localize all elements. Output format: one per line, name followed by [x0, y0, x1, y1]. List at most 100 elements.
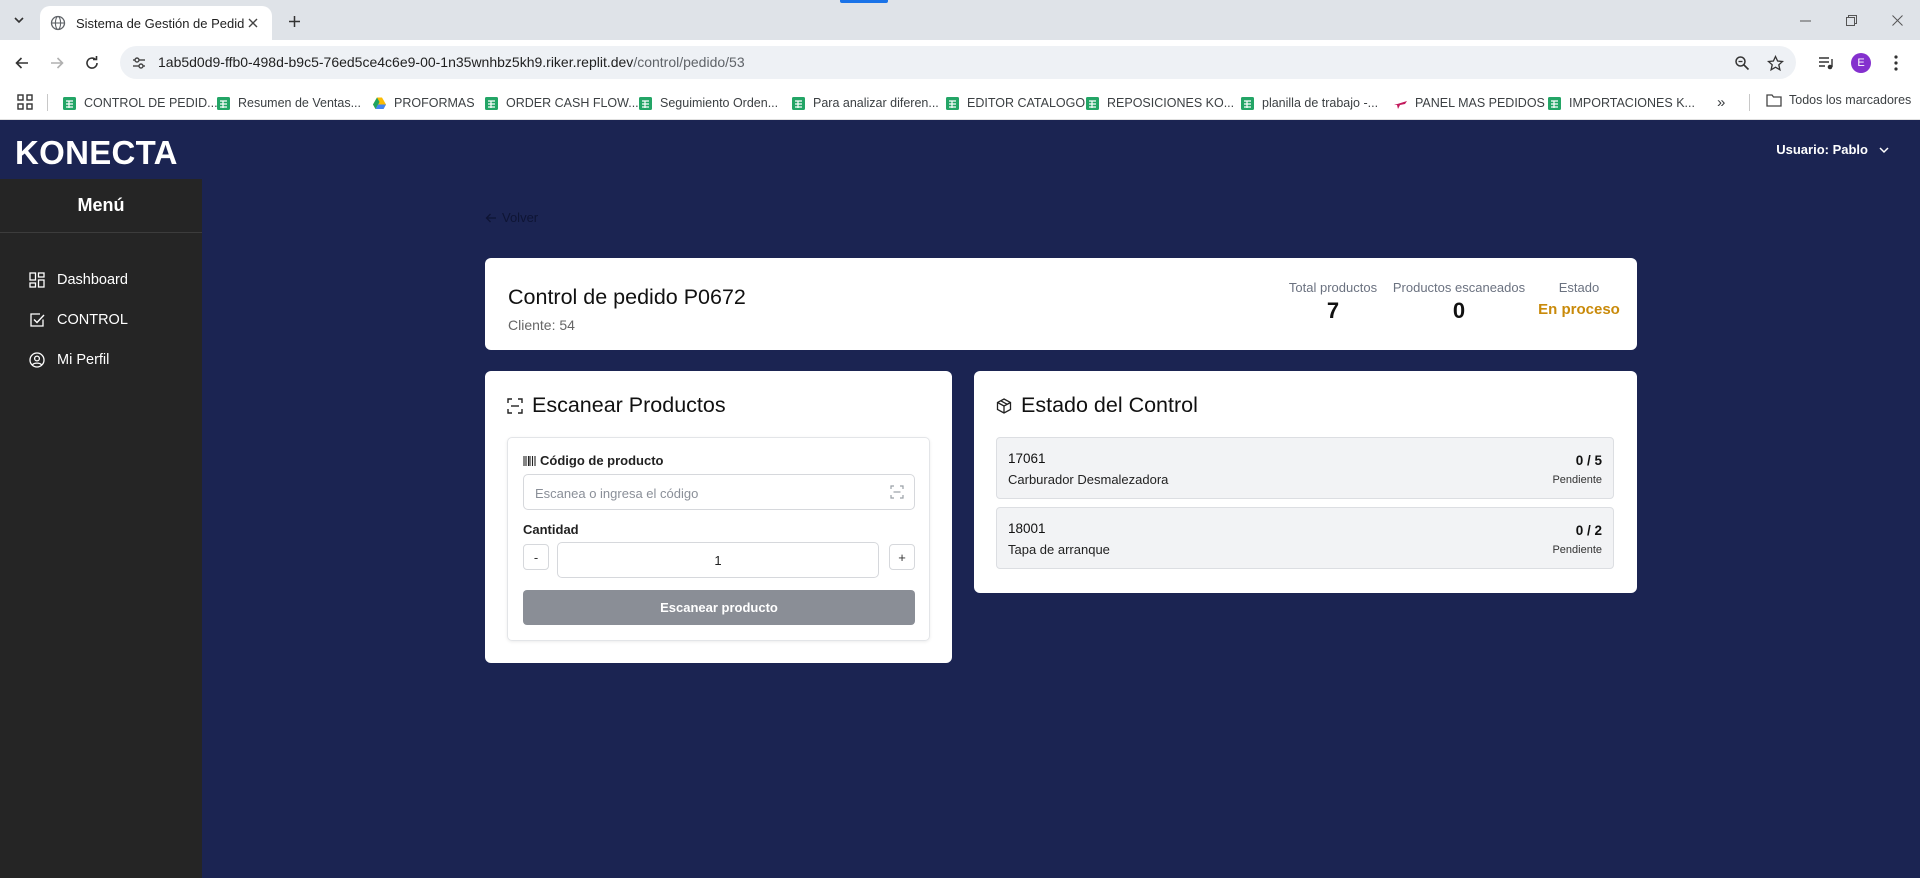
profile-avatar[interactable]: E [1851, 53, 1871, 73]
list-item[interactable]: 17061 Carburador Desmalezadora 0 / 5 Pen… [996, 437, 1614, 499]
user-circle-icon [29, 352, 45, 368]
spreadsheet-icon [639, 96, 652, 110]
tab-title: Sistema de Gestión de Pedidos [76, 15, 244, 31]
tab-group-indicator [840, 0, 888, 3]
qty-decrement-button[interactable]: - [523, 544, 549, 570]
spreadsheet-icon [217, 96, 230, 110]
app-root: KONECTA Usuario: Pablo Menú Dashboard CO… [0, 120, 1920, 878]
scan-product-button[interactable]: Escanear producto [523, 590, 915, 625]
all-bookmarks-label: Todos los marcadores [1789, 93, 1912, 107]
user-menu[interactable]: Usuario: Pablo [1776, 142, 1890, 157]
bookmark-item[interactable]: EDITOR CATALOGO [945, 93, 1085, 113]
dashboard-icon [29, 272, 45, 288]
bookmark-label: Para analizar diferen... [813, 96, 939, 110]
restore-button[interactable] [1828, 0, 1874, 40]
back-label: Volver [502, 210, 539, 225]
bookmark-item[interactable]: REPOSICIONES KO... [1085, 93, 1234, 113]
url-path: /control/pedido/53 [633, 54, 745, 70]
product-status: Pendiente [1552, 474, 1602, 486]
spreadsheet-icon [1086, 96, 1099, 110]
stat-value: 7 [1326, 298, 1340, 323]
close-window-button[interactable] [1874, 0, 1920, 40]
bookmark-item[interactable]: CONTROL DE PEDID... [62, 93, 218, 113]
bookmark-label: CONTROL DE PEDID... [84, 96, 218, 110]
reload-icon [86, 56, 98, 69]
bookmark-item[interactable]: PROFORMAS [372, 93, 475, 113]
site-info-icon[interactable] [130, 54, 148, 72]
scan-card-heading: Escanear Productos [532, 393, 726, 417]
spreadsheet-icon [1548, 96, 1561, 110]
all-bookmarks-button[interactable]: Todos los marcadores [1766, 93, 1911, 107]
chevron-down-icon [14, 17, 24, 24]
media-control-icon[interactable] [1815, 52, 1837, 74]
sidebar-item-profile[interactable]: Mi Perfil [29, 348, 109, 372]
browser-menu-icon[interactable] [1885, 52, 1907, 74]
scan-icon [890, 485, 904, 499]
back-button[interactable] [10, 51, 34, 75]
scan-icon [507, 397, 523, 414]
brand-logo[interactable]: KONECTA [15, 134, 178, 172]
product-code: 17061 [1008, 451, 1046, 466]
bookmark-item[interactable]: Resumen de Ventas... [216, 93, 361, 113]
forward-button[interactable] [45, 51, 69, 75]
scan-products-card: Escanear Productos Código de producto Es… [485, 371, 952, 663]
order-title: Control de pedido P0672 [508, 285, 746, 309]
barcode-icon [523, 455, 536, 466]
bookmark-label: PROFORMAS [394, 96, 475, 110]
bookmark-item[interactable]: Seguimiento Orden... [638, 93, 778, 113]
bookmark-item[interactable]: Para analizar diferen... [791, 93, 939, 113]
bookmark-item[interactable]: IMPORTACIONES K... [1547, 93, 1695, 113]
stat-label: Productos escaneados [1392, 280, 1526, 295]
bookmark-star-icon[interactable] [1765, 53, 1785, 73]
control-card-title: Estado del Control [996, 393, 1198, 418]
status-badge: En proceso [1538, 301, 1620, 318]
tab-search-button[interactable] [8, 9, 30, 31]
globe-icon [50, 15, 66, 31]
stat-label: Estado [1558, 280, 1600, 295]
bookmarks-bar: CONTROL DE PEDID... Resumen de Ventas... P… [0, 85, 1920, 120]
bookmark-item[interactable]: PANEL MAS PEDIDOS [1393, 93, 1545, 113]
qty-increment-button[interactable]: + [889, 544, 915, 570]
restore-icon [1845, 14, 1857, 26]
spreadsheet-icon [946, 96, 959, 110]
bookmark-item[interactable]: ORDER CASH FLOW... [484, 93, 639, 113]
sidebar-item-label: Mi Perfil [57, 352, 110, 368]
product-code-input[interactable]: Escanea o ingresa el código [523, 474, 915, 510]
new-tab-button[interactable] [283, 10, 305, 32]
bookmark-label: IMPORTACIONES K... [1569, 96, 1695, 110]
reload-button[interactable] [80, 51, 104, 75]
stat-value: 0 [1452, 298, 1466, 323]
back-link[interactable]: Volver [485, 210, 538, 225]
sidebar-item-dashboard[interactable]: Dashboard [29, 268, 128, 292]
apps-grid-icon[interactable] [16, 93, 34, 111]
bookmark-separator [1749, 94, 1750, 111]
minimize-button[interactable] [1782, 0, 1828, 40]
window-controls [1782, 0, 1920, 40]
sidebar-item-control[interactable]: CONTROL [29, 308, 128, 332]
arrow-right-icon [51, 57, 64, 69]
browser-tab-bar: Sistema de Gestión de Pedidos [0, 0, 1920, 40]
browser-toolbar: 1ab5d0d9-ffb0-498d-b9c5-76ed5ce4c6e9-00-… [0, 40, 1920, 85]
code-label: Código de producto [540, 453, 664, 468]
bookmark-label: ORDER CASH FLOW... [506, 96, 639, 110]
bookmark-label: planilla de trabajo -... [1262, 96, 1379, 110]
browser-tab-active[interactable]: Sistema de Gestión de Pedidos [40, 6, 272, 40]
sidebar-item-label: CONTROL [57, 312, 128, 328]
plus-icon [288, 15, 300, 27]
list-item[interactable]: 18001 Tapa de arranque 0 / 2 Pendiente [996, 507, 1614, 569]
bookmark-item[interactable]: planilla de trabajo -... [1240, 93, 1378, 113]
code-field-label: Código de producto [523, 453, 663, 468]
address-bar[interactable]: 1ab5d0d9-ffb0-498d-b9c5-76ed5ce4c6e9-00-… [120, 46, 1796, 79]
spreadsheet-icon [63, 96, 76, 110]
bookmarks-overflow-button[interactable]: » [1717, 94, 1725, 111]
zoom-icon[interactable] [1732, 53, 1752, 73]
folder-icon [1766, 94, 1782, 107]
stat-scanned-products: Productos escaneados 0 [1389, 280, 1529, 324]
chevron-down-icon [1879, 146, 1889, 153]
control-card-heading: Estado del Control [1021, 393, 1198, 417]
bookmark-label: Seguimiento Orden... [660, 96, 779, 110]
product-name: Tapa de arranque [1008, 542, 1110, 557]
sidebar-item-label: Dashboard [57, 272, 128, 288]
close-tab-icon[interactable] [244, 14, 262, 32]
quantity-input[interactable]: 1 [557, 542, 879, 578]
